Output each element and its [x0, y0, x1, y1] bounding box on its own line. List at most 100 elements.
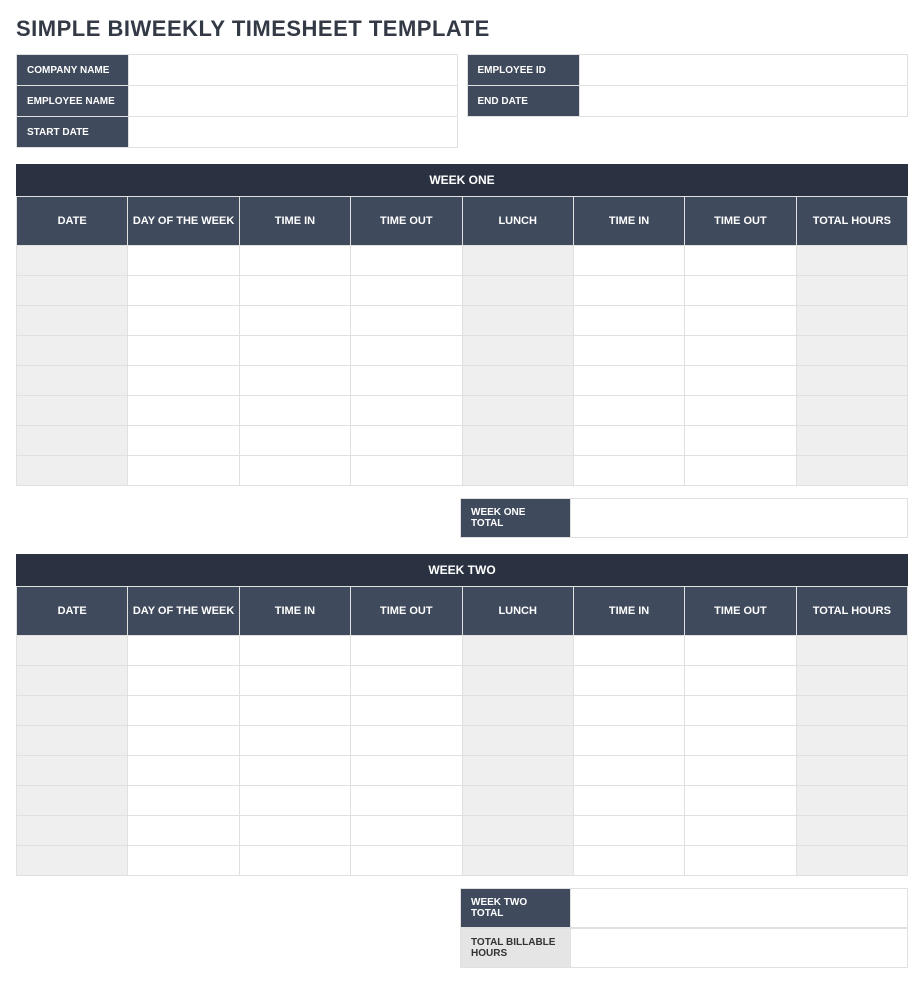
total-hours-cell[interactable]	[796, 336, 907, 366]
time-out-1-cell[interactable]	[351, 666, 462, 696]
time-out-1-cell[interactable]	[351, 696, 462, 726]
date-cell[interactable]	[17, 636, 128, 666]
lunch-cell[interactable]	[462, 846, 573, 876]
total-hours-cell[interactable]	[796, 726, 907, 756]
day-cell[interactable]	[128, 846, 239, 876]
date-cell[interactable]	[17, 726, 128, 756]
time-in-2-cell[interactable]	[573, 426, 684, 456]
day-cell[interactable]	[128, 276, 239, 306]
time-in-2-cell[interactable]	[573, 816, 684, 846]
lunch-cell[interactable]	[462, 726, 573, 756]
date-cell[interactable]	[17, 786, 128, 816]
time-in-2-cell[interactable]	[573, 696, 684, 726]
time-in-2-cell[interactable]	[573, 246, 684, 276]
employee-id-field[interactable]	[579, 55, 908, 86]
lunch-cell[interactable]	[462, 816, 573, 846]
day-cell[interactable]	[128, 366, 239, 396]
lunch-cell[interactable]	[462, 366, 573, 396]
lunch-cell[interactable]	[462, 456, 573, 486]
time-in-1-cell[interactable]	[239, 786, 350, 816]
time-out-2-cell[interactable]	[685, 426, 796, 456]
time-in-2-cell[interactable]	[573, 846, 684, 876]
time-out-2-cell[interactable]	[685, 306, 796, 336]
total-hours-cell[interactable]	[796, 816, 907, 846]
time-in-1-cell[interactable]	[239, 396, 350, 426]
week-one-total-value[interactable]	[571, 498, 908, 538]
time-in-1-cell[interactable]	[239, 666, 350, 696]
time-in-1-cell[interactable]	[239, 456, 350, 486]
time-in-1-cell[interactable]	[239, 366, 350, 396]
total-hours-cell[interactable]	[796, 636, 907, 666]
week-two-total-value[interactable]	[571, 888, 908, 928]
time-out-2-cell[interactable]	[685, 786, 796, 816]
date-cell[interactable]	[17, 246, 128, 276]
time-out-1-cell[interactable]	[351, 366, 462, 396]
time-out-1-cell[interactable]	[351, 756, 462, 786]
time-in-2-cell[interactable]	[573, 726, 684, 756]
time-out-1-cell[interactable]	[351, 276, 462, 306]
date-cell[interactable]	[17, 336, 128, 366]
lunch-cell[interactable]	[462, 696, 573, 726]
day-cell[interactable]	[128, 816, 239, 846]
date-cell[interactable]	[17, 456, 128, 486]
time-out-1-cell[interactable]	[351, 636, 462, 666]
total-hours-cell[interactable]	[796, 366, 907, 396]
day-cell[interactable]	[128, 636, 239, 666]
time-out-2-cell[interactable]	[685, 816, 796, 846]
date-cell[interactable]	[17, 366, 128, 396]
time-in-2-cell[interactable]	[573, 336, 684, 366]
time-in-1-cell[interactable]	[239, 336, 350, 366]
day-cell[interactable]	[128, 756, 239, 786]
time-out-2-cell[interactable]	[685, 396, 796, 426]
total-hours-cell[interactable]	[796, 246, 907, 276]
date-cell[interactable]	[17, 396, 128, 426]
day-cell[interactable]	[128, 246, 239, 276]
total-hours-cell[interactable]	[796, 786, 907, 816]
day-cell[interactable]	[128, 456, 239, 486]
time-out-2-cell[interactable]	[685, 666, 796, 696]
time-in-2-cell[interactable]	[573, 786, 684, 816]
time-out-2-cell[interactable]	[685, 336, 796, 366]
lunch-cell[interactable]	[462, 306, 573, 336]
time-in-2-cell[interactable]	[573, 636, 684, 666]
time-in-1-cell[interactable]	[239, 636, 350, 666]
day-cell[interactable]	[128, 786, 239, 816]
total-hours-cell[interactable]	[796, 846, 907, 876]
lunch-cell[interactable]	[462, 756, 573, 786]
date-cell[interactable]	[17, 276, 128, 306]
total-billable-value[interactable]	[571, 928, 908, 968]
lunch-cell[interactable]	[462, 396, 573, 426]
time-out-2-cell[interactable]	[685, 456, 796, 486]
lunch-cell[interactable]	[462, 336, 573, 366]
day-cell[interactable]	[128, 696, 239, 726]
end-date-field[interactable]	[579, 86, 908, 117]
time-in-1-cell[interactable]	[239, 276, 350, 306]
time-in-1-cell[interactable]	[239, 426, 350, 456]
time-in-1-cell[interactable]	[239, 306, 350, 336]
time-in-2-cell[interactable]	[573, 456, 684, 486]
day-cell[interactable]	[128, 666, 239, 696]
time-out-2-cell[interactable]	[685, 726, 796, 756]
day-cell[interactable]	[128, 336, 239, 366]
lunch-cell[interactable]	[462, 666, 573, 696]
lunch-cell[interactable]	[462, 786, 573, 816]
time-out-2-cell[interactable]	[685, 246, 796, 276]
date-cell[interactable]	[17, 846, 128, 876]
time-in-1-cell[interactable]	[239, 726, 350, 756]
time-out-2-cell[interactable]	[685, 696, 796, 726]
time-in-1-cell[interactable]	[239, 846, 350, 876]
total-hours-cell[interactable]	[796, 396, 907, 426]
company-name-field[interactable]	[129, 55, 458, 86]
total-hours-cell[interactable]	[796, 456, 907, 486]
total-hours-cell[interactable]	[796, 696, 907, 726]
time-out-1-cell[interactable]	[351, 426, 462, 456]
total-hours-cell[interactable]	[796, 666, 907, 696]
day-cell[interactable]	[128, 426, 239, 456]
time-out-1-cell[interactable]	[351, 396, 462, 426]
employee-name-field[interactable]	[129, 86, 458, 117]
date-cell[interactable]	[17, 306, 128, 336]
time-in-1-cell[interactable]	[239, 756, 350, 786]
time-out-2-cell[interactable]	[685, 846, 796, 876]
time-out-1-cell[interactable]	[351, 846, 462, 876]
day-cell[interactable]	[128, 726, 239, 756]
